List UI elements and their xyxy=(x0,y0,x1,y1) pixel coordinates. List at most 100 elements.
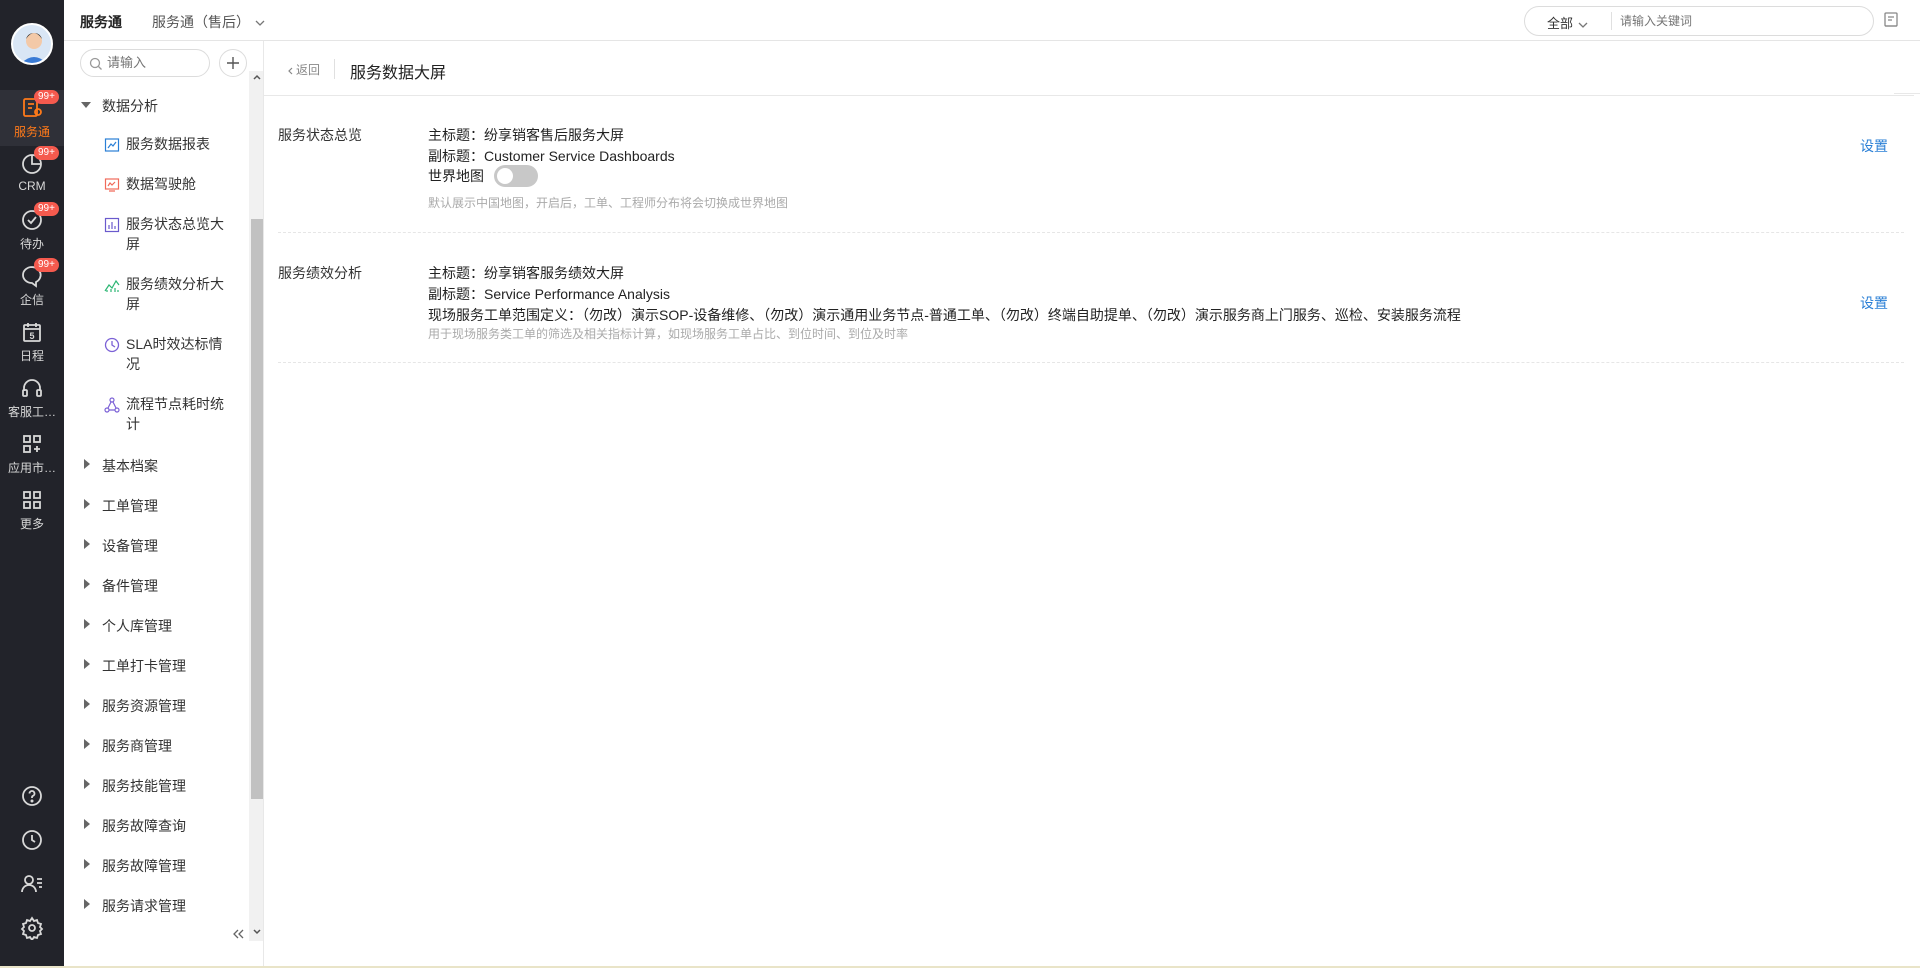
group-label: 服务故障管理 xyxy=(102,858,186,874)
cockpit-icon xyxy=(104,178,120,192)
nav-label: 待办 xyxy=(19,237,44,251)
group-fault-query[interactable]: 服务故障查询 xyxy=(64,805,249,845)
report-icon xyxy=(104,138,120,152)
group-spare-parts[interactable]: 备件管理 xyxy=(64,565,249,605)
scroll-up-arrow-icon[interactable] xyxy=(251,71,263,83)
nav-label: 客服工… xyxy=(7,405,56,419)
settings-icon[interactable] xyxy=(20,916,44,940)
back-link[interactable]: 返回 xyxy=(286,61,320,78)
sidebar-search xyxy=(80,49,210,77)
caret-right-icon xyxy=(84,579,90,589)
menu-item-label: 数据驾驶舱 xyxy=(126,176,196,192)
section-service-status: 服务状态总览 主标题：纷享销客售后服务大屏 副标题：Customer Servi… xyxy=(278,125,1904,233)
caret-right-icon xyxy=(84,739,90,749)
menu-item-label: 流程节点耗时统计 xyxy=(126,396,224,432)
section-title: 服务状态总览 xyxy=(278,127,362,143)
group-service-resources[interactable]: 服务资源管理 xyxy=(64,685,249,725)
world-map-toggle[interactable] xyxy=(493,165,538,187)
caret-right-icon xyxy=(84,899,90,909)
bar-chart-icon xyxy=(104,217,120,233)
section-title: 服务绩效分析 xyxy=(278,265,362,281)
nav-label: 日程 xyxy=(19,349,44,363)
sidebar-search-input[interactable] xyxy=(107,55,203,70)
search-icon xyxy=(89,57,102,70)
chevron-down-icon xyxy=(1578,22,1588,28)
calendar-icon: 5 xyxy=(23,323,41,342)
collapse-sidebar-icon[interactable] xyxy=(230,926,246,942)
menu-item-performance-dashboard[interactable]: 服务绩效分析大屏 xyxy=(64,273,249,333)
group-label: 数据分析 xyxy=(102,98,158,114)
nav-item-more[interactable]: 更多 xyxy=(0,482,64,538)
group-checkin[interactable]: 工单打卡管理 xyxy=(64,645,249,685)
main-title-text: 主标题：纷享销客服务绩效大屏 xyxy=(428,265,624,281)
chevron-down-icon xyxy=(255,20,265,27)
contacts-icon[interactable] xyxy=(20,872,44,896)
group-service-skills[interactable]: 服务技能管理 xyxy=(64,765,249,805)
menu-item-service-report[interactable]: 服务数据报表 xyxy=(64,133,249,173)
scrollbar-thumb[interactable] xyxy=(251,219,263,799)
top-bar: 服务通 服务通（售后） 全部 xyxy=(64,0,1920,41)
caret-down-icon xyxy=(81,102,91,108)
search-input[interactable] xyxy=(1611,12,1861,30)
hint-text: 用于现场服务类工单的筛选及相关指标计算，如现场服务工单占比、到位时间、到位及时率 xyxy=(428,327,909,341)
back-label: 返回 xyxy=(296,63,321,77)
clock-icon xyxy=(104,337,120,353)
notification-badge: 99+ xyxy=(34,202,59,216)
divider xyxy=(1894,93,1920,94)
scroll-down-arrow-icon[interactable] xyxy=(251,926,263,938)
left-nav: 服务通 99+ CRM 99+ 待办 99+ 企信 99+ 5 日程 客服工… … xyxy=(0,0,64,966)
group-device[interactable]: 设备管理 xyxy=(64,525,249,565)
menu-item-status-dashboard[interactable]: 服务状态总览大屏 xyxy=(64,213,249,273)
search-scope-label: 全部 xyxy=(1547,16,1574,31)
group-label: 服务资源管理 xyxy=(102,698,186,714)
nav-item-todo[interactable]: 待办 99+ xyxy=(0,202,64,258)
settings-link[interactable]: 设置 xyxy=(1860,293,1888,313)
app-market-icon xyxy=(23,435,41,453)
search-scope-dropdown[interactable]: 全部 xyxy=(1547,13,1589,32)
menu-item-flow-node[interactable]: 流程节点耗时统计 xyxy=(64,393,249,453)
nav-label: CRM xyxy=(18,179,46,193)
page-title: 服务数据大屏 xyxy=(350,65,447,82)
main-title-text: 主标题：纷享销客售后服务大屏 xyxy=(428,127,624,143)
add-button[interactable] xyxy=(219,49,247,77)
nav-item-crm[interactable]: CRM 99+ xyxy=(0,146,64,202)
group-service-request[interactable]: 服务请求管理 xyxy=(64,885,249,925)
settings-link[interactable]: 设置 xyxy=(1860,136,1888,156)
menu-item-data-cockpit[interactable]: 数据驾驶舱 xyxy=(64,173,249,213)
nav-label: 企信 xyxy=(19,293,44,307)
main-content: 返回 服务数据大屏 服务状态总览 主标题：纷享销客售后服务大屏 副标题：Cust… xyxy=(264,41,1920,966)
world-map-row: 世界地图 xyxy=(428,165,538,187)
scope-definition-text: 现场服务工单范围定义：（勿改）演示SOP-设备维修、（勿改）演示通用业务节点-普… xyxy=(428,307,1461,323)
group-label: 个人库管理 xyxy=(102,618,172,634)
group-fault-management[interactable]: 服务故障管理 xyxy=(64,845,249,885)
caret-right-icon xyxy=(84,819,90,829)
history-icon[interactable] xyxy=(20,828,44,852)
group-data-analysis[interactable]: 数据分析 xyxy=(64,85,249,125)
nav-item-calendar[interactable]: 5 日程 xyxy=(0,314,64,370)
toggle-label: 世界地图 xyxy=(428,168,484,184)
menu-item-label: 服务绩效分析大屏 xyxy=(126,276,224,312)
plus-icon xyxy=(227,57,239,69)
nav-item-messenger[interactable]: 企信 99+ xyxy=(0,258,64,314)
caret-right-icon xyxy=(84,459,90,469)
divider xyxy=(334,59,335,79)
group-label: 备件管理 xyxy=(102,578,158,594)
nav-item-app-market[interactable]: 应用市… xyxy=(0,426,64,482)
caret-right-icon xyxy=(84,859,90,869)
user-avatar[interactable] xyxy=(11,23,53,65)
group-basic-archive[interactable]: 基本档案 xyxy=(64,445,249,485)
group-service-provider[interactable]: 服务商管理 xyxy=(64,725,249,765)
message-icon[interactable] xyxy=(1882,11,1900,29)
app-switcher[interactable]: 服务通（售后） xyxy=(152,12,266,32)
menu-item-sla[interactable]: SLA时效达标情况 xyxy=(64,333,249,393)
nav-item-customer-service[interactable]: 客服工… xyxy=(0,370,64,426)
sidebar-scrollbar[interactable] xyxy=(249,71,263,941)
group-label: 服务请求管理 xyxy=(102,898,186,914)
menu-tree: 数据分析 服务数据报表 数据驾驶舱 服务状态总览大屏 服务绩效分析大屏 SLA时… xyxy=(64,85,249,955)
group-personal-stock[interactable]: 个人库管理 xyxy=(64,605,249,645)
nav-label: 应用市… xyxy=(7,461,56,475)
caret-right-icon xyxy=(84,619,90,629)
nav-item-service[interactable]: 服务通 99+ xyxy=(0,90,64,146)
help-icon[interactable] xyxy=(20,784,44,808)
group-work-order[interactable]: 工单管理 xyxy=(64,485,249,525)
